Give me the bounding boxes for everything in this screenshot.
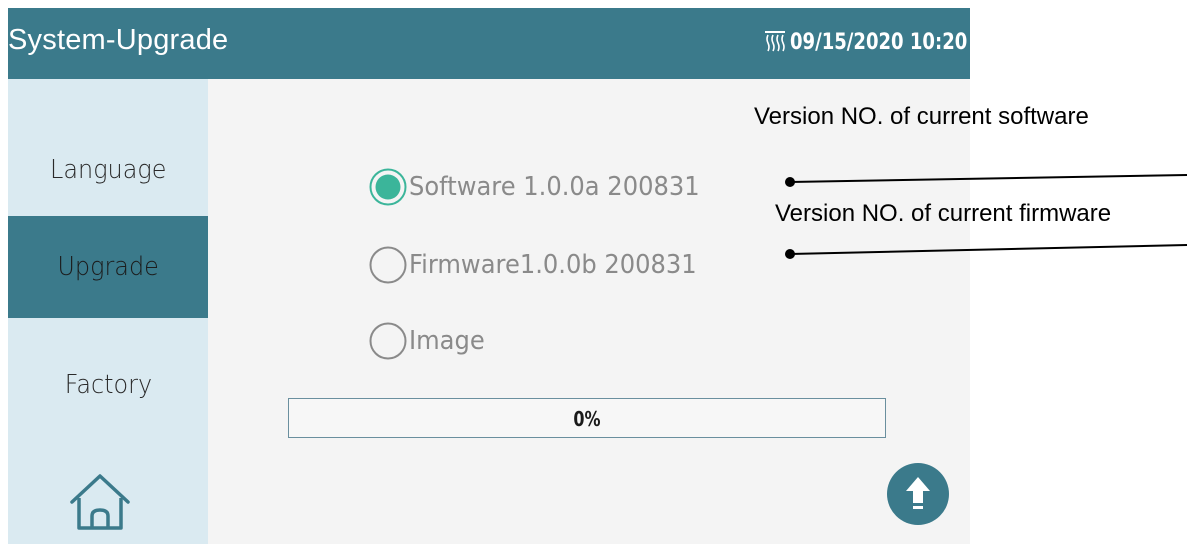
annotation-lines [785,174,1188,259]
annotation-firmware-version: Version NO. of current firmware [775,200,1112,227]
annotation-software-version: Version NO. of current software [754,103,1089,130]
